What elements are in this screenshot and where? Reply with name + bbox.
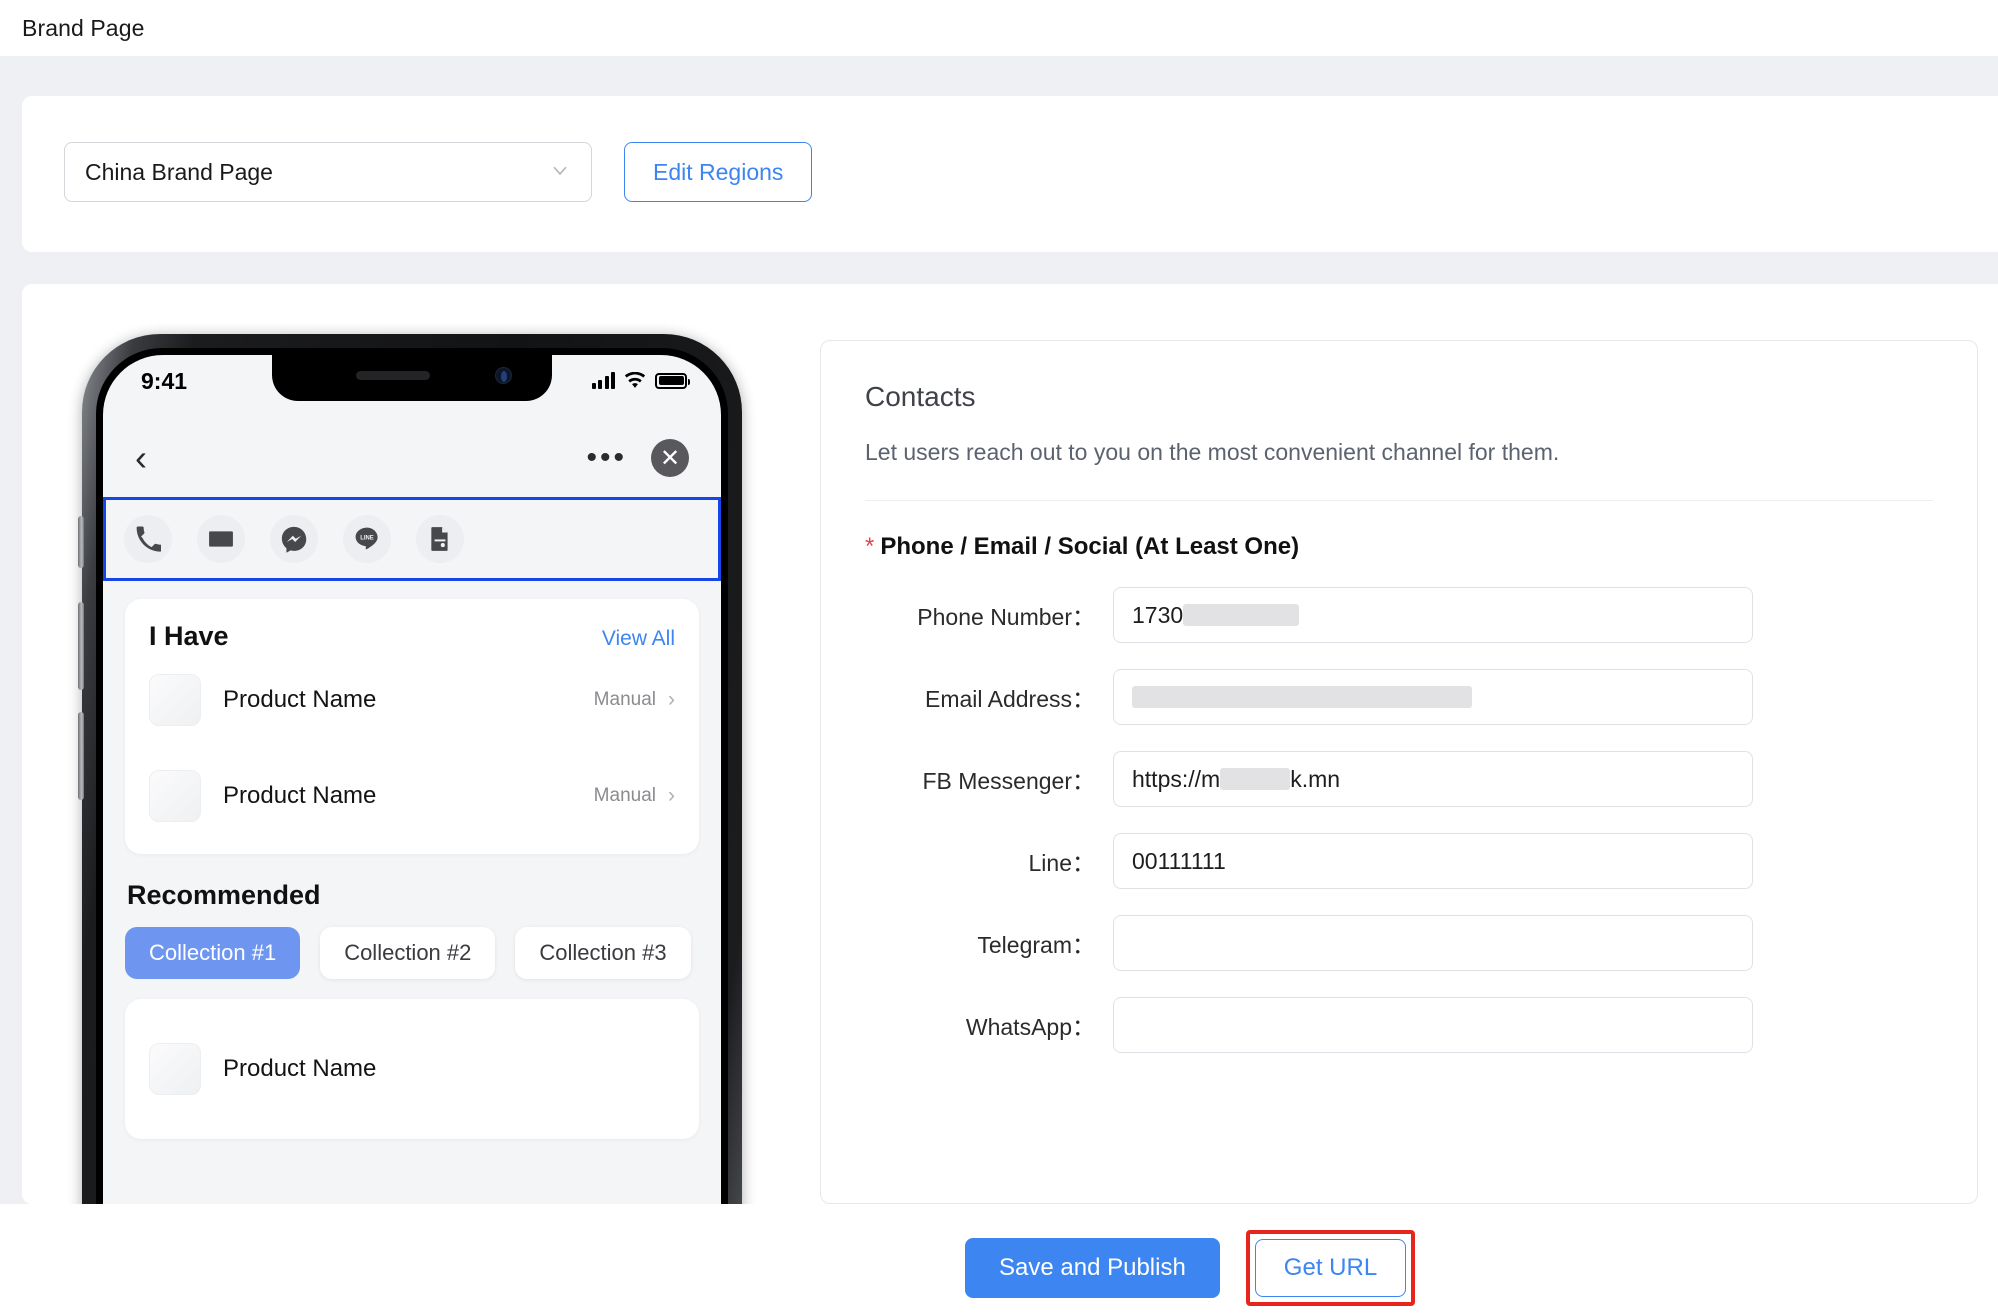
line-value: 00111111 bbox=[1132, 847, 1226, 874]
collection-tabs: Collection #1 Collection #2 Collection #… bbox=[125, 927, 699, 979]
fb-messenger-label: FB Messenger： bbox=[922, 768, 1095, 794]
whatsapp-input[interactable] bbox=[1113, 997, 1753, 1053]
fb-messenger-value: https://m bbox=[1132, 765, 1221, 792]
brand-page-select[interactable]: China Brand Page bbox=[64, 142, 592, 202]
email-icon[interactable] bbox=[197, 515, 245, 563]
fb-messenger-value-tail: k.mn bbox=[1290, 765, 1341, 792]
battery-full-icon bbox=[655, 372, 690, 389]
contacts-body: Contacts Let users reach out to you on t… bbox=[821, 341, 1977, 1053]
product-thumbnail bbox=[149, 1043, 201, 1095]
line-label: Line： bbox=[1028, 850, 1095, 876]
line-input[interactable]: 00111111 bbox=[1113, 833, 1753, 889]
region-selector-card: China Brand Page Edit Regions bbox=[22, 96, 1998, 252]
phone-volume-up-button bbox=[78, 602, 84, 690]
document-icon[interactable] bbox=[416, 515, 464, 563]
email-address-input[interactable] bbox=[1113, 669, 1753, 725]
phone-preview: 9:41 ‹ ••• ✕ LINE I Have View All Produc… bbox=[64, 334, 744, 1204]
chevron-left-icon[interactable]: ‹ bbox=[135, 440, 147, 476]
phone-bezel: 9:41 ‹ ••• ✕ LINE I Have View All Produc… bbox=[96, 348, 728, 1204]
region-row: China Brand Page Edit Regions bbox=[64, 142, 813, 202]
get-url-highlight: Get URL bbox=[1245, 1230, 1416, 1306]
app-root: Brand Page China Brand Page Edit Regions bbox=[0, 0, 1998, 1316]
preview-content: I Have View All Product Name Manual › Pr… bbox=[103, 581, 721, 1139]
field-row-telegram: Telegram： bbox=[865, 915, 1933, 971]
field-row-line: Line： 00111111 bbox=[865, 833, 1933, 889]
collection-tab-3[interactable]: Collection #3 bbox=[515, 927, 691, 979]
status-time: 9:41 bbox=[141, 368, 188, 394]
product-thumbnail bbox=[149, 770, 201, 822]
page-title: Brand Page bbox=[22, 14, 145, 41]
i-have-panel: I Have View All Product Name Manual › Pr… bbox=[125, 599, 699, 854]
product-meta: Manual bbox=[593, 689, 656, 710]
collection-tab-2[interactable]: Collection #2 bbox=[320, 927, 496, 979]
wifi-icon bbox=[624, 372, 646, 389]
recommended-panel: Product Name bbox=[125, 999, 699, 1139]
phone-notch bbox=[272, 355, 552, 401]
front-camera-icon bbox=[495, 367, 512, 384]
save-and-publish-button[interactable]: Save and Publish bbox=[965, 1238, 1220, 1298]
footer-bar: Save and Publish Get URL bbox=[0, 1204, 1998, 1316]
cellular-bars-icon bbox=[591, 372, 615, 389]
divider bbox=[865, 500, 1933, 501]
field-row-phone: Phone Number： 1730 bbox=[865, 587, 1933, 643]
status-indicators bbox=[591, 372, 690, 389]
phone-frame: 9:41 ‹ ••• ✕ LINE I Have View All Produc… bbox=[78, 334, 742, 1204]
field-row-whatsapp: WhatsApp： bbox=[865, 997, 1933, 1053]
telegram-input[interactable] bbox=[1113, 915, 1753, 971]
fb-messenger-input[interactable]: https://m k.mn bbox=[1113, 751, 1753, 807]
phone-number-input[interactable]: 1730 bbox=[1113, 587, 1753, 643]
phone-number-label: Phone Number： bbox=[917, 604, 1095, 630]
product-meta: Manual bbox=[593, 785, 656, 806]
product-name: Product Name bbox=[223, 686, 377, 713]
mini-program-nav: ‹ ••• ✕ bbox=[103, 419, 721, 497]
product-name: Product Name bbox=[223, 782, 377, 809]
nav-actions: ••• ✕ bbox=[586, 439, 689, 477]
ellipsis-icon[interactable]: ••• bbox=[586, 443, 627, 473]
whatsapp-label: WhatsApp： bbox=[965, 1014, 1095, 1040]
brand-page-select-value: China Brand Page bbox=[85, 158, 273, 185]
status-bar: 9:41 bbox=[103, 355, 721, 419]
phone-volume-down-button bbox=[78, 712, 84, 800]
contacts-title: Contacts bbox=[865, 381, 976, 412]
svg-text:LINE: LINE bbox=[360, 535, 374, 541]
phone-screen: 9:41 ‹ ••• ✕ LINE I Have View All Produc… bbox=[103, 355, 721, 1204]
contacts-subtitle: Let users reach out to you on the most c… bbox=[865, 439, 1560, 465]
get-url-button[interactable]: Get URL bbox=[1254, 1239, 1407, 1297]
contacts-card: Contacts Let users reach out to you on t… bbox=[820, 340, 1978, 1204]
list-item[interactable]: Product Name Manual › bbox=[149, 652, 675, 748]
telegram-label: Telegram： bbox=[977, 932, 1095, 958]
close-circle-icon[interactable]: ✕ bbox=[651, 439, 689, 477]
list-item[interactable]: Product Name Manual › bbox=[149, 748, 675, 844]
messenger-icon[interactable] bbox=[270, 515, 318, 563]
footer-actions: Save and Publish Get URL bbox=[965, 1230, 1416, 1306]
chevron-down-icon bbox=[551, 161, 569, 179]
i-have-header: I Have View All bbox=[149, 621, 675, 652]
required-group-label: * Phone / Email / Social (At Least One) bbox=[865, 533, 1933, 561]
edit-regions-button[interactable]: Edit Regions bbox=[624, 142, 813, 202]
chevron-right-icon: › bbox=[668, 784, 675, 807]
phone-mute-switch bbox=[78, 516, 84, 568]
redacted-block bbox=[1220, 768, 1291, 790]
product-name: Product Name bbox=[223, 1055, 377, 1082]
list-item[interactable]: Product Name bbox=[149, 1021, 675, 1117]
field-row-email: Email Address： bbox=[865, 669, 1933, 725]
redacted-block bbox=[1183, 604, 1300, 626]
email-address-label: Email Address： bbox=[924, 686, 1095, 712]
view-all-link[interactable]: View All bbox=[602, 627, 675, 651]
recommended-heading: Recommended bbox=[127, 880, 321, 910]
contact-icons-strip: LINE bbox=[103, 497, 721, 581]
field-row-fb-messenger: FB Messenger： https://m k.mn bbox=[865, 751, 1933, 807]
line-icon[interactable]: LINE bbox=[343, 515, 391, 563]
page-header: Brand Page bbox=[0, 0, 1998, 56]
earpiece-speaker bbox=[356, 371, 430, 380]
required-asterisk: * bbox=[865, 533, 875, 560]
i-have-heading: I Have bbox=[149, 621, 229, 651]
collection-tab-1[interactable]: Collection #1 bbox=[125, 927, 301, 979]
redacted-block bbox=[1132, 686, 1472, 708]
product-thumbnail bbox=[149, 674, 201, 726]
phone-number-value: 1730 bbox=[1132, 601, 1184, 628]
required-group-text: Phone / Email / Social (At Least One) bbox=[880, 533, 1300, 560]
chevron-right-icon: › bbox=[668, 688, 675, 711]
phone-icon[interactable] bbox=[124, 515, 172, 563]
